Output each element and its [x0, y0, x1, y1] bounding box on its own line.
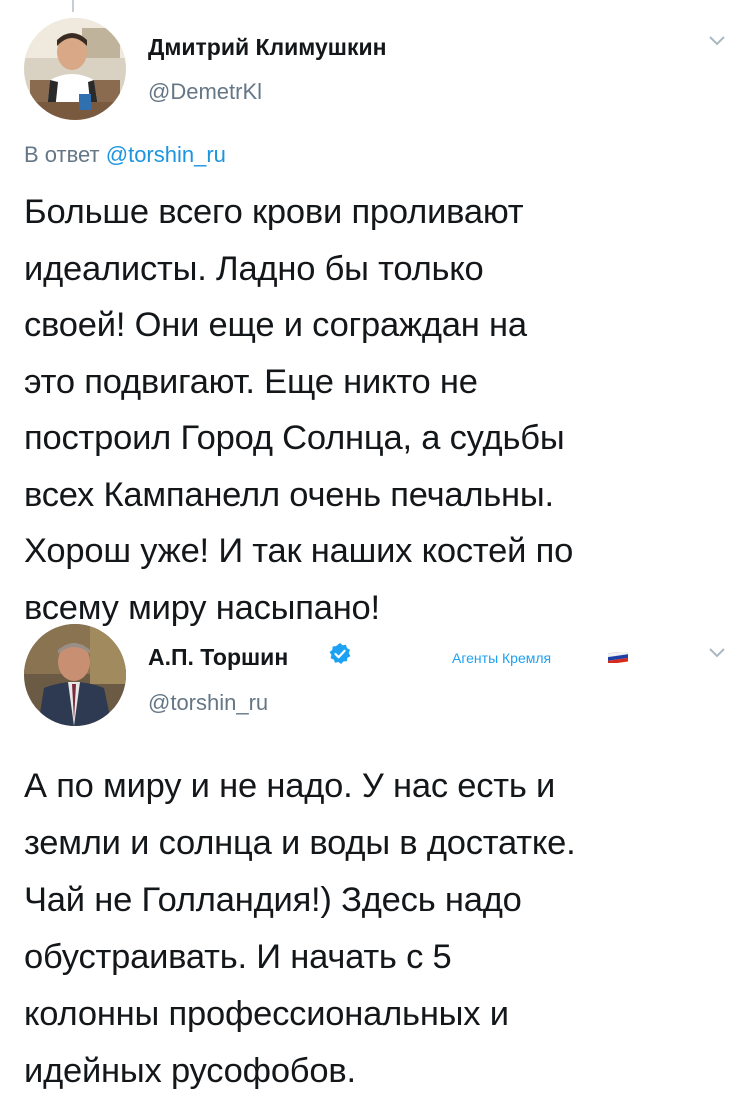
tweet-reply[interactable]: А.П. Торшин Агенты Кремля @torshin_ru А …: [0, 620, 748, 1090]
author-handle[interactable]: @DemetrKl: [148, 79, 262, 105]
author-name[interactable]: Дмитрий Климушкин: [148, 34, 387, 61]
reply-to-line: В ответ @torshin_ru: [24, 142, 226, 168]
tweet-text-line: Хорош уже! И так наших костей по: [24, 532, 574, 570]
reply-prefix: В ответ: [24, 142, 106, 167]
tweet-text: Больше всего крови проливают идеалисты. …: [24, 184, 573, 636]
tweet-text-line: своей! Они еще и сограждан на: [24, 306, 527, 344]
verified-badge-icon: [329, 643, 351, 664]
avatar-photo: [24, 18, 126, 120]
tweet-text-line: идеалисты. Ладно бы только: [24, 249, 484, 288]
author-name[interactable]: А.П. Торшин: [148, 644, 288, 671]
tweet-text-line: А по миру и не надо. У нас есть и: [24, 767, 556, 805]
list-label[interactable]: Агенты Кремля: [452, 650, 551, 666]
tweet-text-line: Чай не Голландия!) Здесь надо: [24, 881, 522, 919]
tweet-text-line: Больше всего крови проливают: [24, 193, 524, 231]
russian-flag-icon: [608, 652, 628, 663]
tweet-text-line: это подвигают. Еще никто не: [24, 362, 478, 401]
avatar[interactable]: [24, 18, 126, 120]
tweet-text-line: построил Город Солнца, а судьбы: [24, 419, 565, 457]
tweet-reply[interactable]: Дмитрий Климушкин @DemetrKl В ответ @tor…: [0, 0, 748, 627]
avatar-photo: [24, 624, 126, 726]
tweet-text-line: колонны профессиональных и: [24, 995, 509, 1033]
tweet-text-line: всех Кампанелл очень печальны.: [24, 475, 554, 514]
chevron-down-icon[interactable]: [706, 30, 728, 52]
tweet-text-line: обустраивать. И начать с 5: [24, 938, 452, 976]
chevron-down-icon[interactable]: [706, 642, 728, 664]
tweet-text-line: идейных русофобов.: [24, 1052, 356, 1090]
tweet-text-line: земли и солнца и воды в достатке.: [24, 824, 576, 862]
avatar[interactable]: [24, 624, 126, 726]
author-handle[interactable]: @torshin_ru: [148, 690, 268, 716]
tweet-text: А по миру и не надо. У нас есть и земли …: [24, 758, 576, 1100]
reply-mention-link[interactable]: @torshin_ru: [106, 142, 226, 167]
